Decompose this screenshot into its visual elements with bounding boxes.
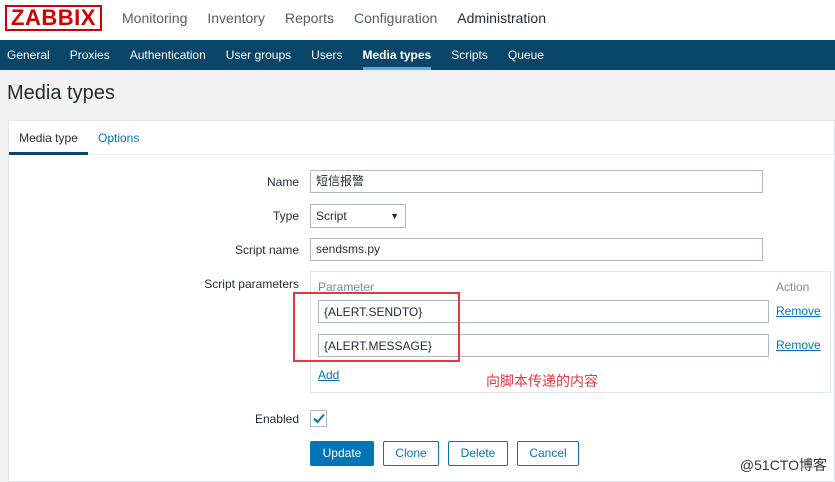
checkmark-icon	[313, 413, 325, 424]
type-select-value: Script	[316, 209, 347, 223]
type-select[interactable]: Script ▼	[310, 204, 406, 228]
main-menu: Monitoring Inventory Reports Configurati…	[112, 0, 556, 40]
sub-navigation: General Proxies Authentication User grou…	[0, 40, 835, 70]
name-label: Name	[266, 175, 299, 189]
tab-options[interactable]: Options	[98, 121, 139, 155]
page-title: Media types	[7, 82, 115, 104]
subnav-general[interactable]: General	[0, 40, 60, 70]
update-button[interactable]: Update	[310, 441, 374, 466]
script-parameters-label: Script parameters	[204, 277, 299, 291]
remove-parameter-2-link[interactable]: Remove	[776, 338, 821, 352]
annotation-text: 向脚本传递的内容	[486, 373, 598, 389]
subnav-authentication[interactable]: Authentication	[120, 40, 216, 70]
name-input[interactable]: 短信报警	[310, 170, 763, 193]
menu-configuration[interactable]: Configuration	[344, 0, 447, 40]
clone-button[interactable]: Clone	[383, 441, 439, 466]
top-header: ZABBIX Monitoring Inventory Reports Conf…	[0, 0, 835, 40]
menu-monitoring[interactable]: Monitoring	[112, 0, 197, 40]
action-column-header: Action	[776, 280, 810, 294]
type-label: Type	[272, 209, 299, 223]
remove-parameter-1-link[interactable]: Remove	[776, 304, 821, 318]
subnav-scripts[interactable]: Scripts	[441, 40, 498, 70]
menu-inventory[interactable]: Inventory	[197, 0, 275, 40]
zabbix-logo[interactable]: ZABBIX	[5, 5, 102, 31]
enabled-label: Enabled	[254, 412, 299, 426]
delete-button[interactable]: Delete	[448, 441, 508, 466]
tab-media-type[interactable]: Media type	[9, 121, 88, 155]
highlight-box	[293, 292, 460, 362]
add-parameter-link[interactable]: Add	[318, 368, 339, 382]
subnav-user-groups[interactable]: User groups	[216, 40, 301, 70]
watermark: @51CTO博客	[739, 457, 827, 473]
menu-reports[interactable]: Reports	[275, 0, 344, 40]
subnav-users[interactable]: Users	[301, 40, 352, 70]
dropdown-arrow-icon: ▼	[390, 211, 399, 221]
form-tabs: Media type Options	[9, 121, 834, 155]
subnav-proxies[interactable]: Proxies	[60, 40, 120, 70]
subnav-queue[interactable]: Queue	[498, 40, 554, 70]
cancel-button[interactable]: Cancel	[517, 441, 579, 466]
subnav-media-types[interactable]: Media types	[353, 40, 442, 70]
script-name-input[interactable]: sendsms.py	[310, 238, 763, 261]
media-type-form-card: Media type Options Name 短信报警 Type Script…	[8, 120, 835, 482]
menu-administration[interactable]: Administration	[447, 0, 556, 40]
enabled-checkbox[interactable]	[310, 410, 327, 427]
script-name-label: Script name	[234, 243, 299, 257]
